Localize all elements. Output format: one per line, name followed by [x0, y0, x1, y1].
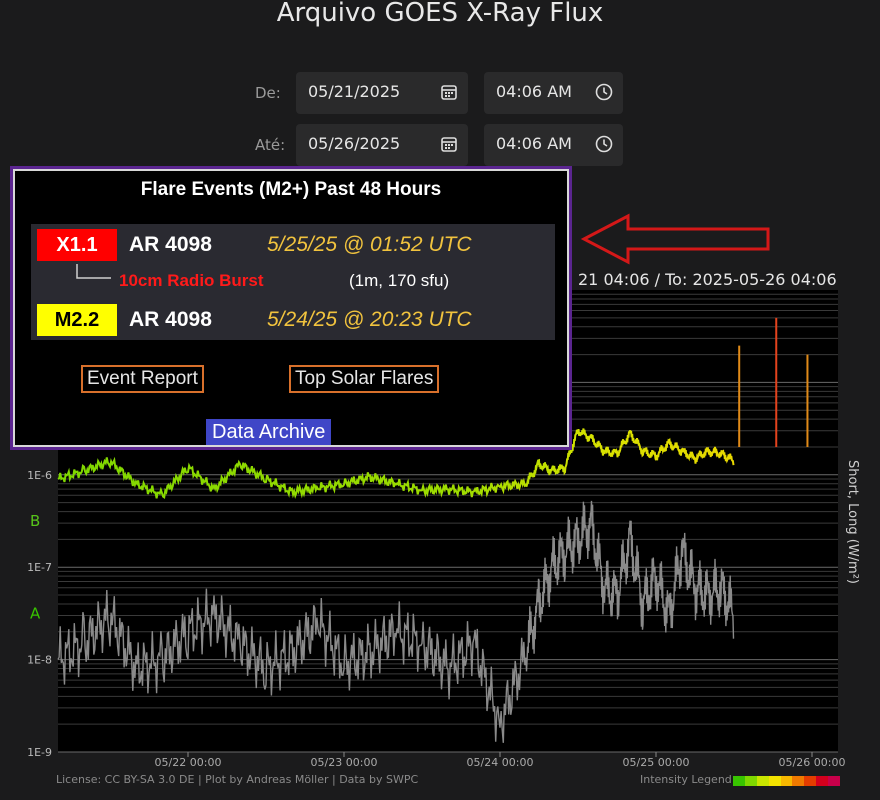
legend-swatch	[756, 776, 769, 786]
legend-swatch	[828, 776, 841, 786]
y-tick-label: 1E-9	[27, 746, 52, 759]
legend-swatch	[804, 776, 817, 786]
app-root: Arquivo GOES X-Ray Flux De: 05/21/2025 0…	[0, 0, 880, 800]
event-list: X1.1 AR 4098 5/25/25 @ 01:52 UTC 10cm Ra…	[31, 224, 555, 340]
flare-class-badge: M2.2	[37, 304, 117, 336]
y-tick-label: 1E-8	[27, 654, 52, 667]
data-archive-button[interactable]: Data Archive	[206, 419, 332, 445]
intensity-legend-label: Intensity Legend	[640, 773, 732, 786]
legend-swatch	[733, 776, 745, 786]
x-tick-label: 05/26 00:00	[779, 756, 846, 769]
license-text: License: CC BY-SA 3.0 DE | Plot by Andre…	[56, 773, 419, 786]
legend-swatch	[780, 776, 793, 786]
flare-class-label: B	[30, 512, 40, 530]
legend-swatch	[792, 776, 805, 786]
radio-burst-detail: (1m, 170 sfu)	[349, 271, 450, 290]
legend-swatch	[768, 776, 781, 786]
event-time: 5/24/25 @ 20:23 UTC	[267, 308, 472, 331]
event-region: AR 4098	[129, 233, 212, 256]
x-tick-label: 05/22 00:00	[155, 756, 222, 769]
y-axis-label: Short, Long (W/m²)	[842, 460, 862, 660]
intensity-legend-bar	[733, 776, 841, 786]
x-tick-label: 05/25 00:00	[623, 756, 690, 769]
flare-class-badge: X1.1	[37, 229, 117, 261]
legend-swatch	[816, 776, 829, 786]
event-region: AR 4098	[129, 308, 212, 331]
x-tick-label: 05/23 00:00	[311, 756, 378, 769]
x-tick-label: 05/24 00:00	[467, 756, 534, 769]
branch-connector-icon	[76, 264, 111, 279]
y-tick-label: 1E-7	[27, 561, 52, 574]
event-time: 5/25/25 @ 01:52 UTC	[267, 233, 472, 256]
event-report-button[interactable]: Event Report	[81, 365, 204, 393]
y-axis-label-text: Short, Long (W/m²)	[845, 460, 860, 584]
popup-title: Flare Events (M2+) Past 48 Hours	[140, 179, 442, 200]
flare-events-popup: Flare Events (M2+) Past 48 Hours X1.1 AR…	[10, 166, 572, 450]
top-solar-flares-button[interactable]: Top Solar Flares	[289, 365, 440, 393]
radio-burst-label: 10cm Radio Burst	[119, 271, 264, 290]
y-tick-label: 1E-6	[27, 469, 52, 482]
legend-swatch	[744, 776, 757, 786]
flare-class-label: A	[30, 604, 41, 622]
